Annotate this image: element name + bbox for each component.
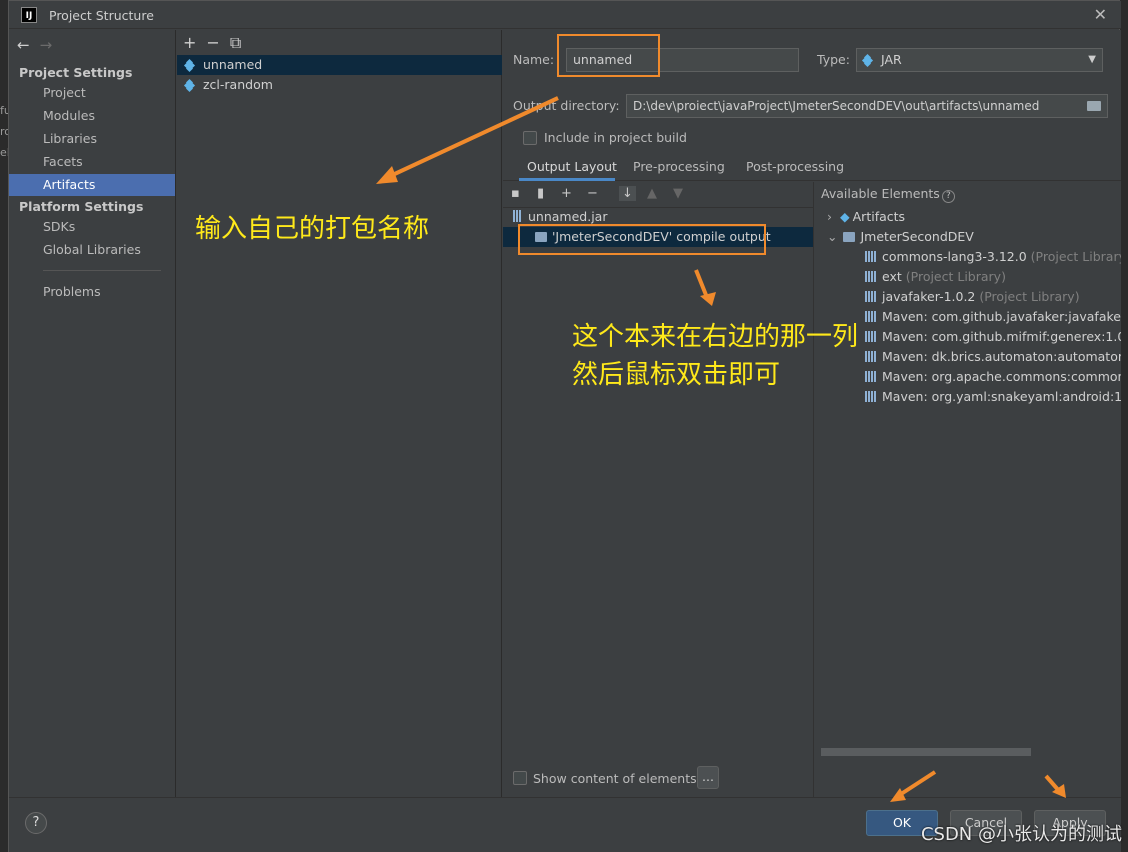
help-icon[interactable]: ?	[941, 190, 955, 203]
library-icon	[865, 371, 877, 382]
output-root-jar[interactable]: unnamed.jar	[513, 207, 607, 227]
sidebar-item-sdks[interactable]: SDKs	[9, 216, 175, 238]
available-library-row[interactable]: javafaker-1.0.2 (Project Library)	[865, 287, 1121, 307]
tab-post-processing[interactable]: Post-processing	[746, 159, 844, 174]
tab-pre-processing[interactable]: Pre-processing	[633, 159, 725, 174]
output-root-label: unnamed.jar	[528, 209, 608, 224]
show-content-label: Show content of elements	[533, 771, 697, 786]
close-icon[interactable]: ✕	[1094, 5, 1107, 24]
artifact-icon: ◆	[840, 209, 850, 224]
available-library-row[interactable]: Maven: com.github.mifmif:generex:1.0.2 (…	[865, 327, 1121, 347]
name-input[interactable]: unnamed	[566, 48, 799, 72]
available-library-row[interactable]: Maven: com.github.javafaker:javafaker:1.…	[865, 307, 1121, 327]
chevron-down-icon: ▼	[1088, 54, 1096, 65]
copy-icon[interactable]: ⧉	[230, 33, 241, 52]
output-directory-value: D:\dev\proiect\javaProject\JmeterSecondD…	[633, 99, 1040, 113]
new-directory-icon[interactable]: ▪	[511, 186, 520, 201]
jar-icon	[513, 210, 522, 222]
nav-arrows: ← →	[17, 36, 52, 54]
show-content-checkbox[interactable]	[513, 771, 527, 785]
add-icon[interactable]: +	[561, 186, 572, 201]
include-in-build-checkbox[interactable]	[523, 131, 537, 145]
type-label: Type:	[817, 52, 850, 67]
move-down-icon[interactable]: ▼	[673, 186, 683, 201]
ellipsis-button[interactable]: ...	[697, 766, 719, 789]
type-value: JAR	[881, 52, 902, 67]
artifact-label: zcl-random	[203, 77, 273, 92]
library-icon	[865, 331, 877, 342]
sidebar-divider	[43, 270, 161, 271]
annotation-move-hint-line1: 这个本来在右边的那一列	[572, 322, 859, 352]
remove-icon[interactable]: −	[587, 186, 598, 201]
artifact-icon	[183, 58, 196, 73]
forward-arrow-icon[interactable]: →	[40, 36, 53, 54]
sidebar-item-artifacts[interactable]: Artifacts	[9, 174, 175, 196]
chevron-right-icon[interactable]: ›	[827, 209, 832, 224]
pane-divider	[813, 182, 814, 797]
artifact-details-panel: Name: unnamed Type: JAR ▼ Output directo…	[503, 30, 1121, 797]
artifact-label: unnamed	[203, 57, 263, 72]
folder-browse-icon[interactable]	[1087, 101, 1101, 111]
jar-type-icon	[861, 53, 874, 68]
output-layout-toolbar: ▪ ▮ + − ↓ ▲ ▼	[503, 182, 813, 208]
available-library-row[interactable]: commons-lang3-3.12.0 (Project Library)	[865, 247, 1121, 267]
output-directory-label: Output directory:	[513, 98, 620, 113]
window-title: Project Structure	[49, 8, 154, 23]
name-label: Name:	[513, 52, 555, 67]
output-compile-output-row[interactable]: 'JmeterSecondDEV' compile output	[503, 227, 813, 247]
sort-icon[interactable]: ↓	[619, 186, 636, 201]
sidebar-item-libraries[interactable]: Libraries	[9, 128, 175, 150]
sidebar-item-project[interactable]: Project	[9, 82, 175, 104]
sidebar-item-global-libraries[interactable]: Global Libraries	[9, 239, 175, 261]
title-bar: IJ Project Structure ✕	[9, 1, 1121, 29]
settings-sidebar: ← → Project Settings Project Modules Libr…	[9, 30, 176, 797]
library-icon	[865, 251, 877, 262]
artifact-item-zcl-random[interactable]: zcl-random	[177, 75, 502, 95]
move-up-icon[interactable]: ▲	[647, 186, 657, 201]
platform-settings-header: Platform Settings	[19, 199, 144, 214]
add-library-icon[interactable]: ▮	[537, 186, 544, 201]
output-directory-input[interactable]: D:\dev\proiect\javaProject\JmeterSecondD…	[626, 94, 1108, 118]
remove-icon[interactable]: −	[206, 33, 219, 52]
artifact-icon	[183, 78, 196, 93]
type-select[interactable]: JAR ▼	[856, 48, 1103, 72]
help-button[interactable]: ?	[25, 812, 47, 834]
library-icon	[865, 271, 877, 282]
library-icon	[865, 311, 877, 322]
available-elements-header: Available Elements?	[821, 186, 955, 203]
chevron-down-icon[interactable]: ⌄	[827, 229, 837, 244]
library-icon	[865, 351, 877, 362]
sidebar-item-problems[interactable]: Problems	[9, 281, 175, 303]
artifact-list-toolbar: + − ⧉	[183, 33, 251, 53]
csdn-watermark: CSDN @小张认为的测试	[920, 824, 1122, 845]
library-icon	[865, 291, 877, 302]
back-arrow-icon[interactable]: ←	[17, 36, 30, 54]
include-in-build-label: Include in project build	[544, 130, 687, 145]
available-library-row[interactable]: Maven: org.apache.commons:commons-la	[865, 367, 1121, 387]
available-node-module[interactable]: ⌄ JmeterSecondDEV	[827, 227, 974, 247]
library-icon	[865, 391, 877, 402]
intellij-logo-icon: IJ	[21, 7, 37, 23]
tab-output-layout[interactable]: Output Layout	[527, 159, 617, 174]
project-settings-header: Project Settings	[19, 65, 133, 80]
available-library-row[interactable]: Maven: org.yaml:snakeyaml:android:1.23 (…	[865, 387, 1121, 407]
add-icon[interactable]: +	[183, 33, 196, 52]
annotation-move-hint-line2: 然后鼠标双击即可	[572, 360, 781, 390]
available-elements-scrollbar[interactable]	[821, 748, 1031, 756]
available-node-artifacts[interactable]: › ◆ Artifacts	[827, 207, 905, 227]
sidebar-item-modules[interactable]: Modules	[9, 105, 175, 127]
available-library-row[interactable]: ext (Project Library)	[865, 267, 1121, 287]
module-output-icon	[535, 232, 547, 242]
active-tab-indicator	[519, 178, 615, 181]
sidebar-item-facets[interactable]: Facets	[9, 151, 175, 173]
artifact-list-panel: + − ⧉ unnamed zcl-random	[177, 30, 502, 797]
module-icon	[843, 232, 856, 242]
project-structure-dialog: IJ Project Structure ✕ ← → Project Settin…	[8, 0, 1121, 852]
artifact-item-unnamed[interactable]: unnamed	[177, 55, 502, 75]
annotation-name-hint: 输入自己的打包名称	[195, 214, 430, 244]
available-library-row[interactable]: Maven: dk.brics.automaton:automaton:1.1	[865, 347, 1121, 367]
compile-output-label: 'JmeterSecondDEV' compile output	[552, 229, 771, 244]
